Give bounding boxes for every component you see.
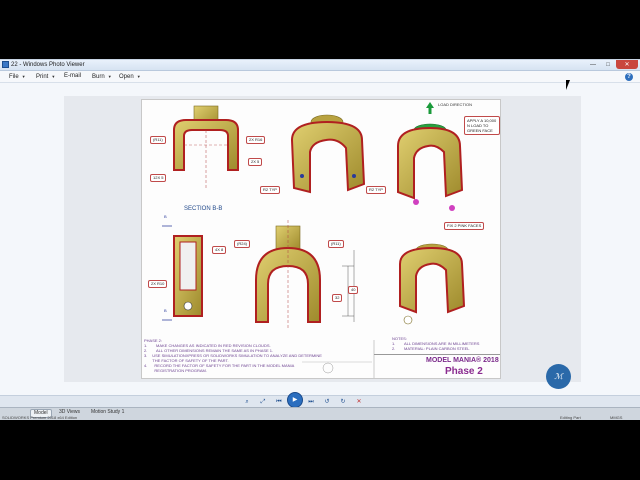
screen-letterbox-top xyxy=(0,0,640,59)
window-buttons: — □ ✕ xyxy=(585,60,638,70)
cad-drawing-sheet: (R11) 2X R16 2X 5 12X 5 R2 TYP R2 TYP SE… xyxy=(141,99,501,379)
phase-note-3: 3. USE SIMULATIONXPRESS OR SOLIDWORKS SIM… xyxy=(144,353,322,363)
callout-12x-5: 12X 5 xyxy=(150,174,167,182)
apply-load-note: APPLY A 10,000 N LOAD TO GREEN FACE xyxy=(464,116,500,135)
next-icon[interactable]: ⏭ xyxy=(303,397,319,407)
note-2-text: MATERIAL: PLAIN CARBON STEEL xyxy=(404,346,470,351)
phase-note-4-text: RECORD THE FACTOR OF SAFETY FOR THE PART… xyxy=(154,363,295,373)
mouse-cursor-icon xyxy=(566,80,570,90)
dimension-32: 32 xyxy=(332,294,343,302)
dimension-40: 40 xyxy=(348,286,359,294)
rotate-clockwise-icon[interactable]: ↻ xyxy=(335,397,351,407)
callout-r11-bottom: (R11) xyxy=(328,240,344,248)
menu-burn-label: Burn xyxy=(92,74,105,80)
menu-email-label: E-mail xyxy=(64,73,82,79)
phase-note-3-text: USE SIMULATIONXPRESS OR SOLIDWORKS SIMUL… xyxy=(152,353,322,363)
help-icon[interactable]: ? xyxy=(625,73,633,81)
tab-motion-study-1[interactable]: Motion Study 1 xyxy=(88,409,127,416)
actual-size-icon[interactable]: ⤢ xyxy=(255,397,271,407)
general-notes: NOTES: 1. ALL DIMENSIONS ARE IN MILLIMETE… xyxy=(392,336,500,351)
delete-icon[interactable]: ✕ xyxy=(351,397,367,407)
previous-icon[interactable]: ⏮ xyxy=(271,397,287,407)
chevron-down-icon: ▼ xyxy=(136,74,141,79)
callout-r2-typ-left: R2 TYP xyxy=(260,186,280,194)
window-title: 22 - Windows Photo Viewer xyxy=(11,62,85,68)
menu-open-label: Open xyxy=(119,74,134,80)
menu-file-label: File xyxy=(9,74,19,80)
menu-print-label: Print xyxy=(36,74,49,80)
photo-viewer-app-icon xyxy=(2,61,9,68)
load-direction-label: LOAD DIRECTION xyxy=(438,102,473,107)
phase-note-4: 4. RECORD THE FACTOR OF SAFETY FOR THE PA… xyxy=(144,363,322,373)
solidworks-logo-icon: ℳ xyxy=(546,364,571,389)
menu-email[interactable]: E-mail xyxy=(64,71,81,82)
phase-2-notes: PHASE 2: 1. MAKE CHANGES AS INDICATED IN … xyxy=(144,338,322,373)
screen-letterbox-bottom xyxy=(0,420,640,480)
note-2-num: 2. xyxy=(392,346,396,351)
callout-2x-5: 2X 5 xyxy=(248,158,263,166)
section-marker-b-bottom: B xyxy=(164,308,167,313)
menu-bar: File ▼ Print ▼ E-mail Burn ▼ Open ▼ ? xyxy=(0,71,640,83)
callout-r2-typ-right: R2 TYP xyxy=(366,186,386,194)
photo-viewer-window: 22 - Windows Photo Viewer — □ ✕ File ▼ Pr… xyxy=(0,60,640,408)
slideshow-play-icon[interactable]: ▶ xyxy=(287,392,303,408)
callout-r11: (R11) xyxy=(150,136,166,144)
callout-r24: (R24) xyxy=(234,240,251,248)
fix-pink-faces-note: FIX 2 PINK FACES xyxy=(444,222,485,230)
view-front-bottom-middle xyxy=(255,220,355,330)
view-section-bottom-left xyxy=(162,225,203,321)
view-iso-top-middle xyxy=(290,114,366,194)
model-mania-title: MODEL MANIA® 2018 xyxy=(426,357,499,364)
cad-app-bottom-bar: Model 3D Views Motion Study 1 SOLIDWORKS… xyxy=(0,407,640,421)
title-bar: 22 - Windows Photo Viewer — □ ✕ xyxy=(0,60,640,71)
phase-title: Phase 2 xyxy=(445,366,483,377)
image-viewer-area: (R11) 2X R16 2X 5 12X 5 R2 TYP R2 TYP SE… xyxy=(0,83,640,395)
section-bb-label: SECTION B-B xyxy=(184,206,223,212)
chevron-down-icon: ▼ xyxy=(107,74,112,79)
phase-note-4-num: 4. xyxy=(144,363,148,368)
chevron-down-icon: ▼ xyxy=(51,74,56,79)
menu-open[interactable]: Open ▼ xyxy=(119,71,141,83)
phase-note-3-num: 3. xyxy=(144,353,148,358)
displayed-image: (R11) 2X R16 2X 5 12X 5 R2 TYP R2 TYP SE… xyxy=(64,96,581,382)
callout-2x-r10: 2X R10 xyxy=(148,280,168,288)
menu-print[interactable]: Print ▼ xyxy=(36,71,55,83)
callout-4x-8: 4X 8 xyxy=(212,246,227,254)
menu-file[interactable]: File ▼ xyxy=(9,71,26,83)
menu-burn[interactable]: Burn ▼ xyxy=(92,71,112,83)
maximize-button[interactable]: □ xyxy=(601,60,615,69)
rotate-counterclockwise-icon[interactable]: ↺ xyxy=(319,397,335,407)
view-front-top-left xyxy=(173,105,239,190)
view-iso-bottom-right xyxy=(399,243,466,325)
minimize-button[interactable]: — xyxy=(586,60,600,69)
note-2: 2. MATERIAL: PLAIN CARBON STEEL xyxy=(392,346,500,351)
zoom-icon[interactable]: ⌕ xyxy=(239,397,255,407)
chevron-down-icon: ▼ xyxy=(21,74,26,79)
close-button[interactable]: ✕ xyxy=(616,60,638,69)
callout-2x-r16: 2X R16 xyxy=(246,136,266,144)
view-load-top-right xyxy=(397,102,464,211)
section-marker-b-top: B xyxy=(164,214,167,219)
